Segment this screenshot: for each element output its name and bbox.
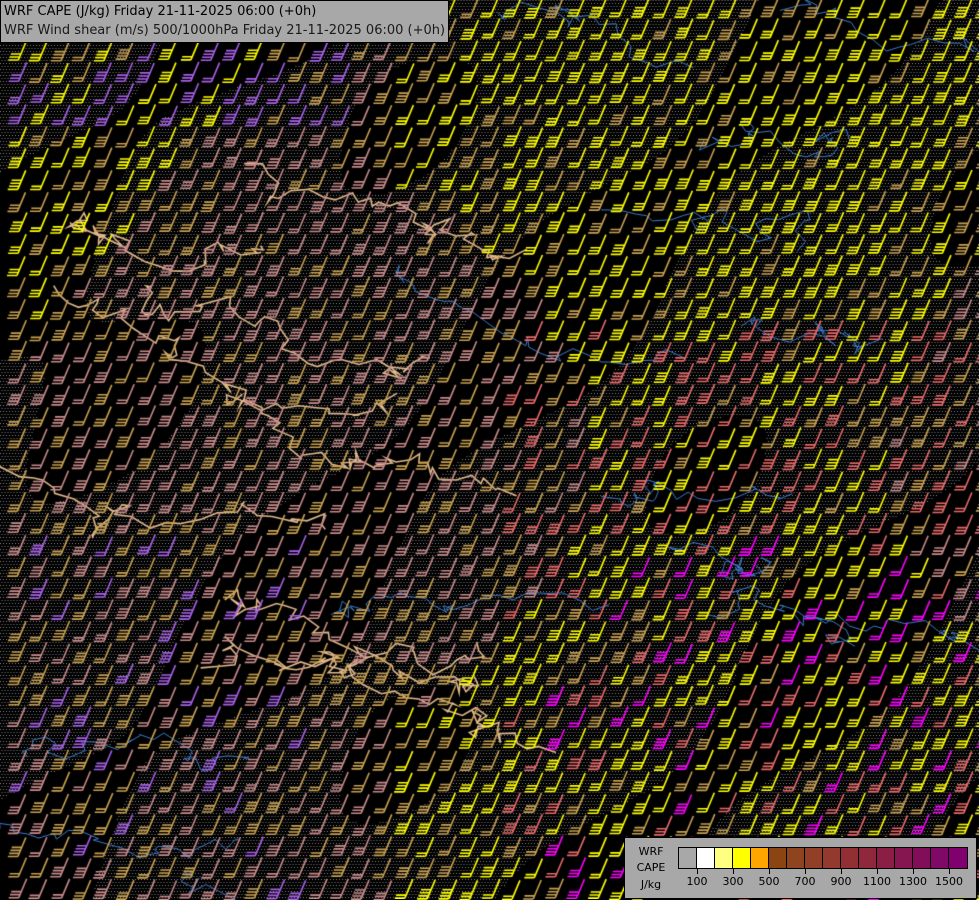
legend-swatch [679, 848, 697, 868]
legend-swatch [751, 848, 769, 868]
title-cape: WRF CAPE (J/kg) Friday 21-11-2025 06:00 … [4, 4, 317, 19]
legend-tick [841, 868, 842, 874]
legend-tick [913, 868, 914, 874]
title-wind-shear: WRF Wind shear (m/s) 500/1000hPa Friday … [4, 23, 446, 38]
legend-label-wrf: WRF [638, 845, 664, 858]
legend-tick-label: 1300 [899, 875, 927, 888]
legend-swatch [895, 848, 913, 868]
legend-tick [949, 868, 950, 874]
legend-tick [697, 868, 698, 874]
legend-tick-label: 900 [830, 875, 852, 888]
legend-tick-label: 300 [722, 875, 744, 888]
legend-swatch [949, 848, 967, 868]
legend-tick-label: 100 [686, 875, 708, 888]
legend-swatch [823, 848, 841, 868]
legend-tick-label: 1100 [863, 875, 891, 888]
legend-swatch [805, 848, 823, 868]
legend-swatch [859, 848, 877, 868]
legend-swatch [787, 848, 805, 868]
weather-map: WRF CAPE (J/kg) Friday 21-11-2025 06:00 … [0, 0, 979, 900]
legend-label-unit: J/kg [640, 878, 662, 891]
legend-swatch [715, 848, 733, 868]
legend-swatch [733, 848, 751, 868]
legend-tick-label: 1500 [935, 875, 963, 888]
legend-tick [733, 868, 734, 874]
legend-swatch [877, 848, 895, 868]
legend-swatch [931, 848, 949, 868]
legend-tick [877, 868, 878, 874]
legend-swatch [769, 848, 787, 868]
map-title-box: WRF CAPE (J/kg) Friday 21-11-2025 06:00 … [0, 0, 450, 43]
legend-tick [805, 868, 806, 874]
cape-wind-shear-map-canvas[interactable] [0, 0, 979, 900]
cape-legend: WRF CAPE J/kg 100 300 500 700 900 1100 1300 150… [624, 837, 977, 899]
legend-tick [769, 868, 770, 874]
legend-swatch [913, 848, 931, 868]
legend-swatch [841, 848, 859, 868]
legend-tick-label: 500 [758, 875, 780, 888]
legend-swatch [697, 848, 715, 868]
legend-label-cape: CAPE [636, 861, 666, 874]
legend-tick-label: 700 [794, 875, 816, 888]
legend-color-bar [678, 847, 968, 869]
